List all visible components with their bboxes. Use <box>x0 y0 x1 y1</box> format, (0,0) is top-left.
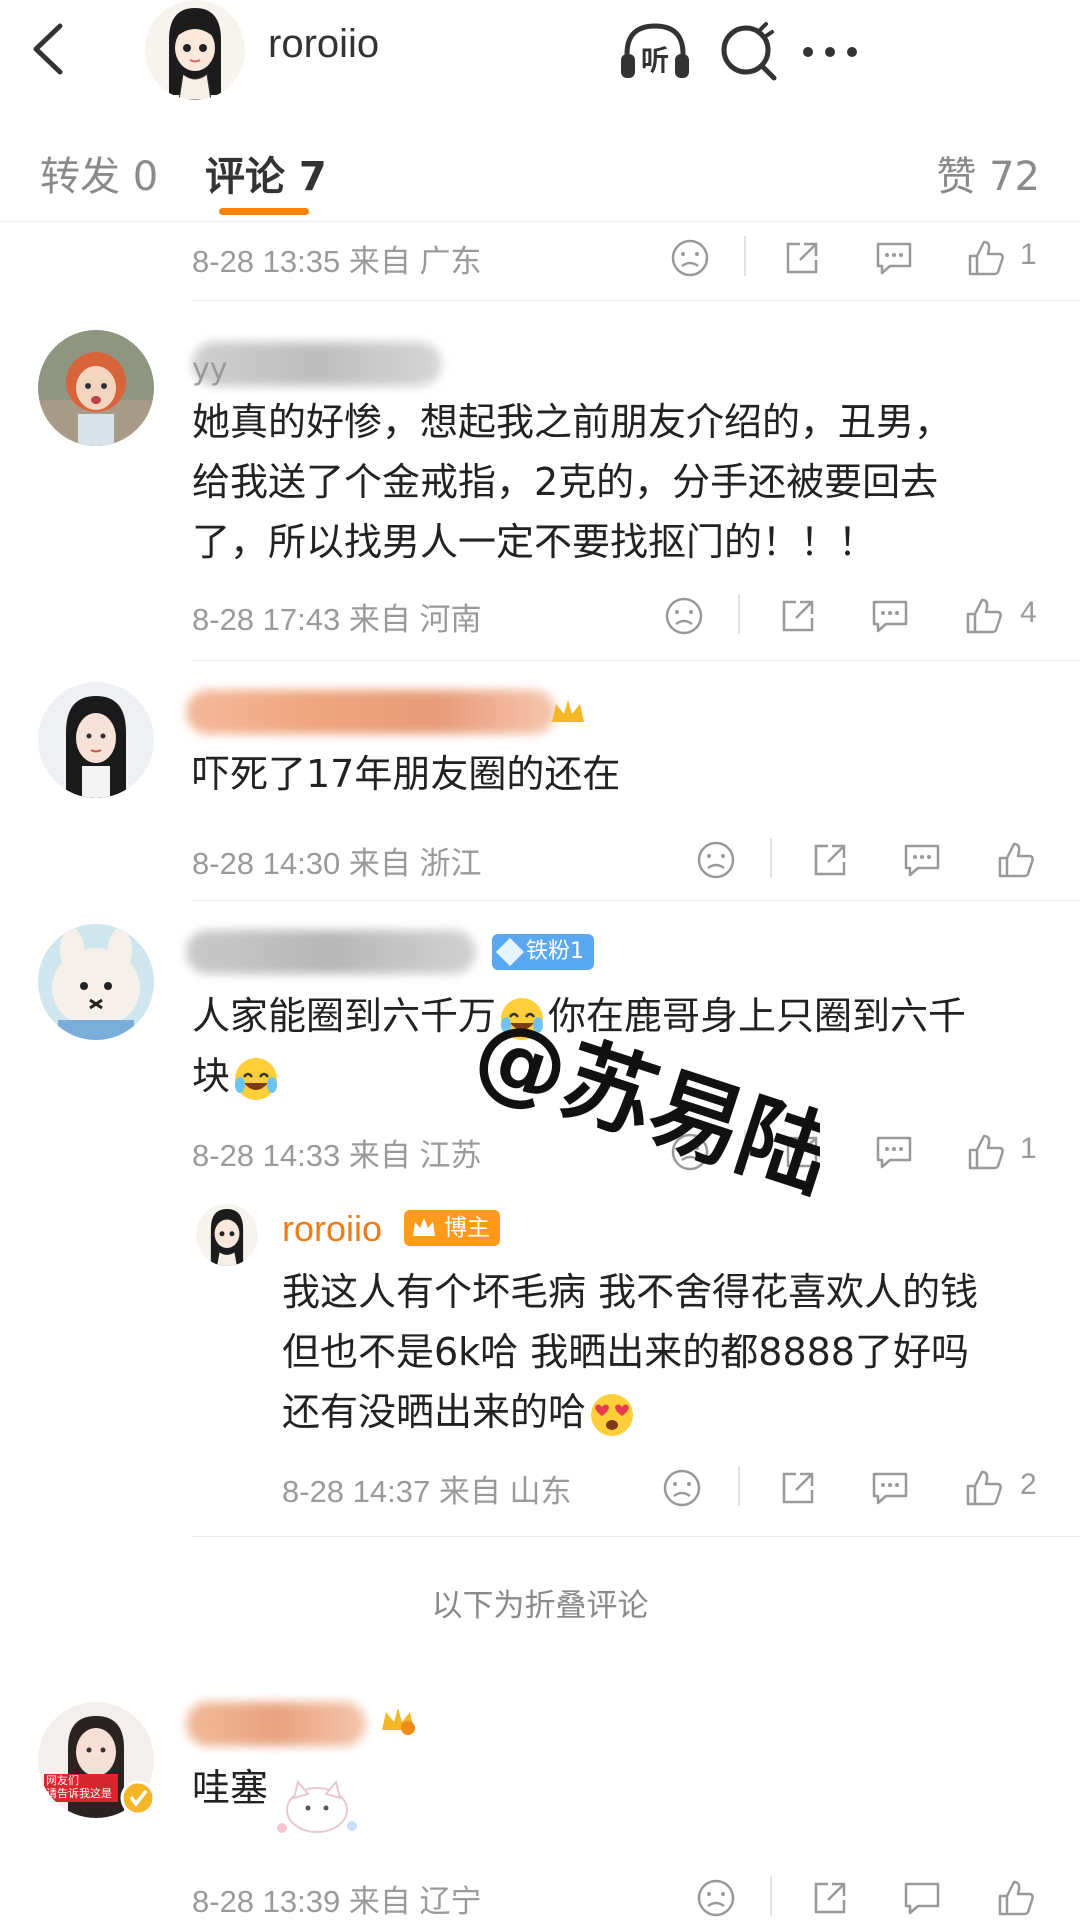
dislike-face-icon[interactable] <box>668 236 712 280</box>
reply-author-name[interactable]: roroiio <box>282 1208 382 1250</box>
blurred-username <box>186 1702 366 1746</box>
search-icon[interactable] <box>710 16 790 88</box>
comment-text-line: 给我送了个金戒指，2克的，分手还被要回去 <box>192 460 939 504</box>
comment-meta-row: 8-28 13:39 来自 辽宁 <box>0 1870 1080 1930</box>
heart-eyes-emoji-icon <box>591 1393 634 1436</box>
comment-text-line: 哇塞 <box>192 1766 269 1810</box>
reply-text-line: 我这人有个坏毛病 我不舍得花喜欢人的钱 <box>282 1270 979 1314</box>
listen-label: 听 <box>641 44 669 77</box>
comment-meta: 8-28 17:43 来自 河南 <box>192 602 482 637</box>
reply-text-line: 但也不是6k哈 我晒出来的都8888了好吗 <box>282 1330 969 1374</box>
separator <box>744 236 746 276</box>
reply-icon[interactable] <box>900 1876 944 1920</box>
author-avatar[interactable] <box>145 0 245 100</box>
separator <box>738 1466 740 1506</box>
reply-icon[interactable] <box>868 594 912 638</box>
fan-level-badge: 铁粉1 <box>492 934 594 970</box>
more-dots-icon[interactable] <box>790 16 870 88</box>
comment-meta: 8-28 14:33 来自 江苏 <box>192 1138 482 1173</box>
share-icon[interactable] <box>776 1466 820 1510</box>
member-crown-icon <box>552 700 584 722</box>
dislike-face-icon[interactable] <box>662 594 706 638</box>
share-icon[interactable] <box>776 594 820 638</box>
dislike-face-icon[interactable] <box>694 1876 738 1920</box>
reply-icon[interactable] <box>868 1466 912 1510</box>
tab-likes[interactable]: 赞 72 <box>936 144 1040 202</box>
comment-meta: 8-28 13:35 来自 广东 <box>192 244 482 279</box>
like-thumb-icon[interactable] <box>964 1130 1008 1174</box>
username-visible-part: yy <box>192 352 228 387</box>
commenter-avatar[interactable] <box>38 330 154 446</box>
verified-badge-icon <box>120 1780 156 1816</box>
comment-meta-row: 8-28 14:30 来自 浙江 <box>0 832 1080 892</box>
comment-meta-row: 8-28 13:35 来自 广东 1 <box>0 230 1080 290</box>
avatar-caption-line: 请告诉我这是 <box>46 1787 112 1800</box>
like-thumb-icon[interactable] <box>962 1466 1006 1510</box>
comment-meta-row: 8-28 17:43 来自 河南 4 <box>0 588 1080 648</box>
fan-level-label: 铁粉1 <box>526 939 584 964</box>
divider <box>192 300 1080 301</box>
comment-meta: 8-28 13:39 来自 辽宁 <box>192 1884 482 1919</box>
comment-text-line: 块 <box>192 1046 282 1106</box>
separator <box>770 838 772 878</box>
like-count: 2 <box>1020 1468 1037 1501</box>
reply-text-segment: 还有没晒出来的哈 <box>282 1390 587 1434</box>
reply-author-avatar[interactable] <box>196 1204 258 1266</box>
reply-meta-row: 8-28 14:37 来自 山东 2 <box>0 1460 1080 1520</box>
reply-icon[interactable] <box>900 838 944 882</box>
comment-text-segment: 块 <box>192 1054 231 1098</box>
reply-meta: 8-28 14:37 来自 山东 <box>282 1474 572 1509</box>
blurred-username <box>186 690 556 734</box>
like-thumb-icon[interactable] <box>994 1876 1038 1920</box>
member-crown-icon <box>382 1708 415 1735</box>
tab-comments[interactable]: 评论 7 <box>205 144 327 202</box>
blurred-username <box>186 930 476 974</box>
comment-text-line: 了，所以找男人一定不要找抠门的！！！ <box>192 520 877 564</box>
crown-icon <box>413 1218 435 1236</box>
like-count: 4 <box>1020 596 1037 629</box>
divider <box>192 660 1080 661</box>
blurred-username <box>192 342 442 386</box>
top-bar: roroiio 听 <box>0 0 1080 104</box>
commenter-avatar[interactable] <box>38 682 154 798</box>
active-tab-indicator <box>219 208 309 215</box>
share-icon[interactable] <box>780 236 824 280</box>
like-thumb-icon[interactable] <box>964 236 1008 280</box>
dislike-face-icon[interactable] <box>694 838 738 882</box>
divider <box>192 900 1080 901</box>
share-icon[interactable] <box>808 838 852 882</box>
like-count: 1 <box>1020 238 1037 271</box>
reply-text-line: 还有没晒出来的哈 <box>282 1382 638 1442</box>
back-chevron-icon[interactable] <box>22 14 82 84</box>
comment-meta: 8-28 14:30 来自 浙江 <box>192 846 482 881</box>
like-count: 1 <box>1020 1132 1037 1165</box>
reply-icon[interactable] <box>872 1130 916 1174</box>
commenter-avatar[interactable] <box>38 924 154 1040</box>
share-icon[interactable] <box>808 1876 852 1920</box>
dislike-face-icon[interactable] <box>660 1466 704 1510</box>
diamond-icon <box>495 937 525 967</box>
separator <box>738 594 740 634</box>
kitten-sticker-icon <box>277 1779 357 1833</box>
laugh-cry-emoji-icon <box>235 1057 278 1100</box>
comment-text-line: 吓死了17年朋友圈的还在 <box>192 752 621 796</box>
listen-headphones-icon[interactable]: 听 <box>615 16 695 88</box>
like-thumb-icon[interactable] <box>994 838 1038 882</box>
watermark-label: @苏易陆 <box>462 1000 820 1212</box>
comment-text-line: 她真的好惨，想起我之前朋友介绍的，丑男， <box>192 400 953 444</box>
folded-comments-label[interactable]: 以下为折叠评论 <box>0 1580 1080 1625</box>
tab-bar: 转发 0 评论 7 赞 72 <box>0 104 1080 222</box>
avatar-caption-line: 网友们 <box>46 1774 79 1787</box>
like-thumb-icon[interactable] <box>962 594 1006 638</box>
header-username[interactable]: roroiio <box>268 22 379 67</box>
divider <box>192 1536 1080 1537</box>
separator <box>770 1876 772 1916</box>
tab-repost[interactable]: 转发 0 <box>40 144 158 202</box>
watermark-text: @苏易陆 <box>462 1000 820 1212</box>
reply-icon[interactable] <box>872 236 916 280</box>
